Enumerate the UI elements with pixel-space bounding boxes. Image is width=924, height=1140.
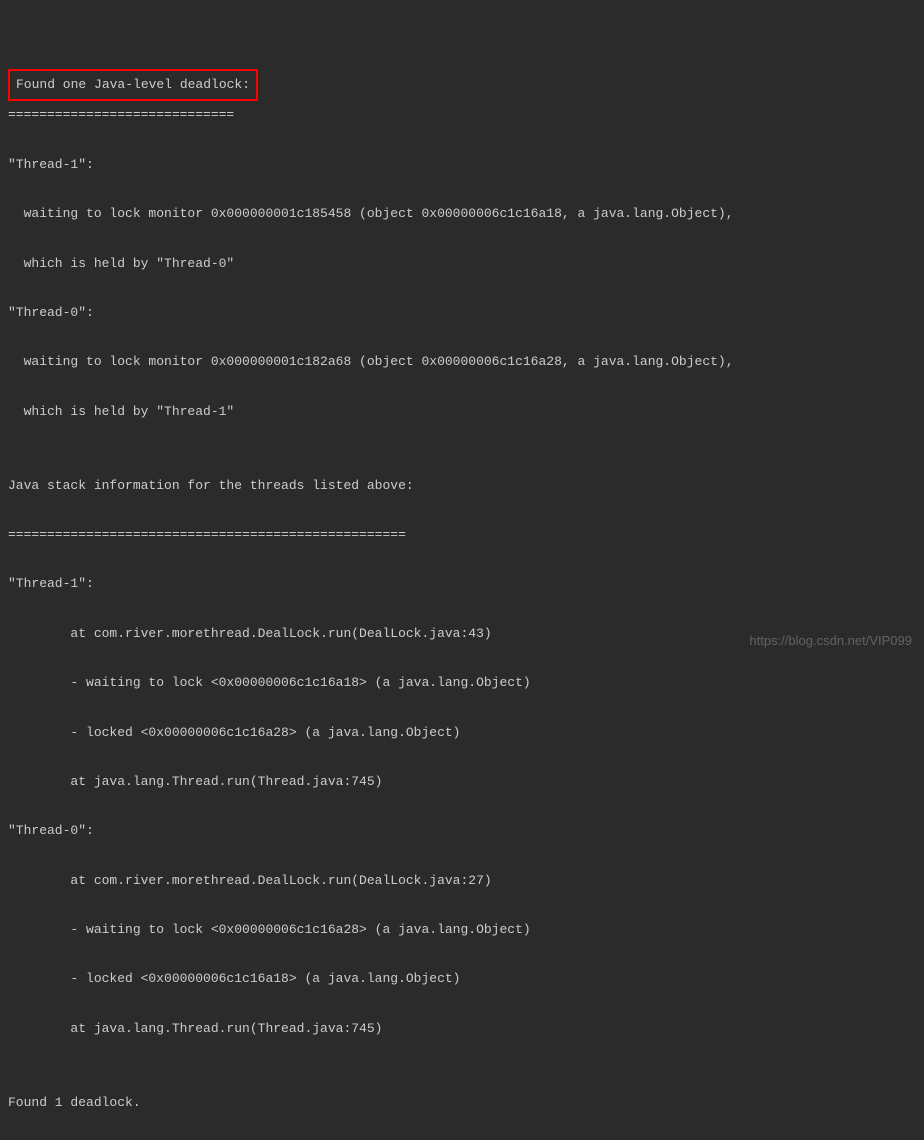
- deadlock-header-highlight: Found one Java-level deadlock:: [8, 69, 258, 102]
- thread-0-held-by: which is held by "Thread-1": [8, 400, 916, 425]
- thread-1-waiting: waiting to lock monitor 0x000000001c1854…: [8, 202, 916, 227]
- thread-0-waiting: waiting to lock monitor 0x000000001c182a…: [8, 350, 916, 375]
- thread-1-held-by: which is held by "Thread-0": [8, 252, 916, 277]
- stack-thread-0-run: at java.lang.Thread.run(Thread.java:745): [8, 1017, 916, 1042]
- watermark-text: https://blog.csdn.net/VIP099: [749, 629, 912, 654]
- separator-line: =============================: [8, 103, 916, 128]
- thread-0-label: "Thread-0":: [8, 301, 916, 326]
- stack-info-header: Java stack information for the threads l…: [8, 474, 916, 499]
- stack-thread-0-locked: - locked <0x00000006c1c16a18> (a java.la…: [8, 967, 916, 992]
- deadlock-found: Found 1 deadlock.: [8, 1091, 916, 1116]
- stack-thread-1-waiting: - waiting to lock <0x00000006c1c16a18> (…: [8, 671, 916, 696]
- separator-line-2: ========================================…: [8, 523, 916, 548]
- stack-thread-1-locked: - locked <0x00000006c1c16a28> (a java.la…: [8, 721, 916, 746]
- stack-thread-0-waiting: - waiting to lock <0x00000006c1c16a28> (…: [8, 918, 916, 943]
- thread-1-label: "Thread-1":: [8, 153, 916, 178]
- stack-thread-1-run: at java.lang.Thread.run(Thread.java:745): [8, 770, 916, 795]
- stack-thread-0-label: "Thread-0":: [8, 819, 916, 844]
- stack-thread-0-at: at com.river.morethread.DealLock.run(Dea…: [8, 869, 916, 894]
- terminal-output: Found one Java-level deadlock: =========…: [8, 8, 916, 1140]
- deadlock-header-text: Found one Java-level deadlock:: [16, 77, 250, 92]
- stack-thread-1-label: "Thread-1":: [8, 572, 916, 597]
